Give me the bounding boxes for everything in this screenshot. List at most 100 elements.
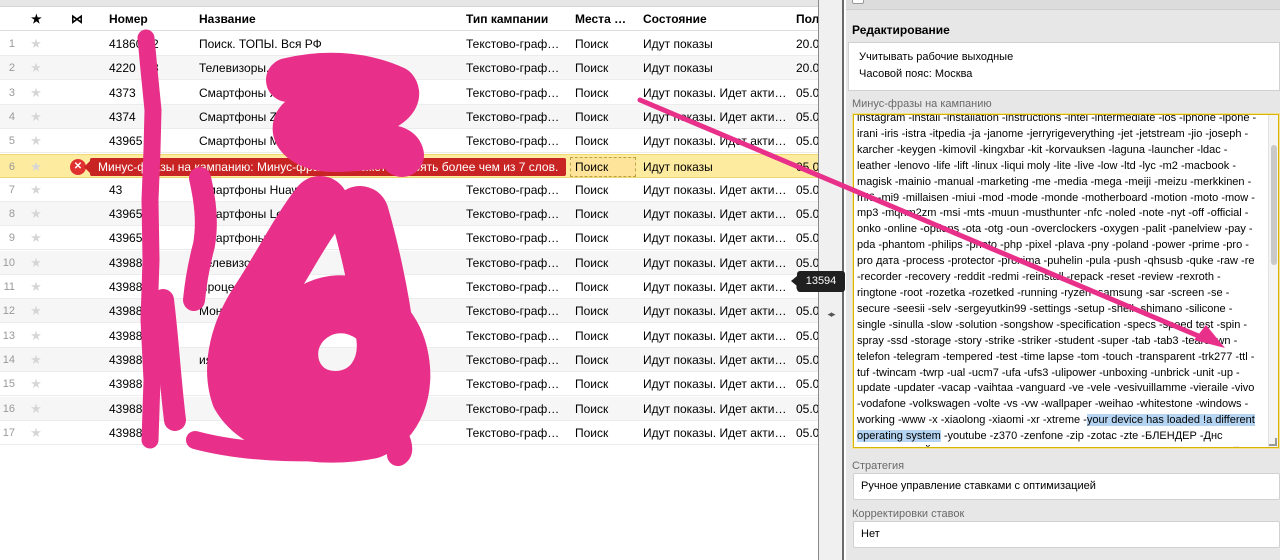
campaign-number[interactable]: 43965	[109, 226, 195, 250]
favorite-star-icon[interactable]: ★	[28, 226, 44, 250]
campaign-places[interactable]: Поиск	[575, 202, 639, 226]
campaign-number[interactable]: 43965	[109, 202, 195, 226]
favorite-star-icon[interactable]: ★	[28, 299, 44, 323]
panel-checkbox[interactable]	[852, 0, 864, 4]
campaign-name[interactable]	[199, 421, 461, 445]
favorite-star-icon[interactable]: ★	[28, 251, 44, 275]
favorite-star-icon[interactable]: ★	[28, 202, 44, 226]
campaign-type[interactable]: Текстово-граф…	[466, 372, 570, 396]
campaign-state[interactable]: Идут показы. Идет акти…	[643, 81, 791, 105]
campaign-type[interactable]: Текстово-граф…	[466, 324, 570, 348]
campaign-state[interactable]: Идут показы. Идет акти…	[643, 251, 791, 275]
campaign-date[interactable]: 05.0	[796, 226, 818, 250]
campaign-type[interactable]: Текстово-граф…	[466, 299, 570, 323]
campaign-state[interactable]: Идут показы. Идет акти…	[643, 275, 791, 299]
campaign-name[interactable]: Поиск. ТОПЫ. Вся РФ	[199, 32, 461, 56]
campaign-places[interactable]: Поиск	[575, 155, 639, 179]
campaign-state[interactable]: Идут показы. Идет акти…	[643, 372, 791, 396]
campaign-places[interactable]: Поиск	[575, 32, 639, 56]
favorite-star-icon[interactable]: ★	[28, 348, 44, 372]
campaign-name[interactable]: Смартфоны Len	[199, 202, 461, 226]
table-row[interactable]: 11 ★ 43988 Проце Текстово-граф… Поиск Идут пок…	[0, 275, 818, 299]
table-row-error[interactable]: 6 ★ Поиск Идут показы 05.0 ✕ Минус-фразы на ка…	[0, 153, 818, 179]
campaign-state[interactable]: Идут показы	[643, 56, 791, 80]
header-icon-column[interactable]: ⋈	[71, 8, 89, 31]
bid-adjustments-select[interactable]: Нет	[853, 521, 1280, 548]
campaign-type[interactable]: Текстово-граф…	[466, 421, 570, 445]
campaign-type[interactable]: Текстово-граф…	[466, 202, 570, 226]
campaign-date[interactable]: 05.0	[796, 372, 818, 396]
campaign-places[interactable]: Поиск	[575, 105, 639, 129]
workdays-setting[interactable]: Учитывать рабочие выходные	[859, 51, 1013, 63]
campaign-name[interactable]: Телевизоры X	[199, 251, 461, 275]
favorite-star-icon[interactable]: ★	[28, 129, 44, 153]
campaign-number[interactable]: 43988	[109, 251, 195, 275]
header-campaign-type[interactable]: Тип кампании	[466, 8, 570, 31]
campaign-places[interactable]: Поиск	[575, 324, 639, 348]
favorite-star-icon[interactable]: ★	[28, 421, 44, 445]
campaign-places[interactable]: Поиск	[575, 299, 639, 323]
campaign-places[interactable]: Поиск	[575, 81, 639, 105]
table-row[interactable]: 4 ★ 4374 Смартфоны ZTE Г Текстово-граф… Поиск…	[0, 104, 818, 129]
campaign-type[interactable]: Текстово-граф…	[466, 397, 570, 421]
timezone-setting[interactable]: Часовой пояс: Москва	[859, 68, 972, 80]
table-row[interactable]: 10 ★ 43988 Телевизоры X Текстово-граф… Поиск И…	[0, 250, 818, 275]
campaign-name[interactable]: Смартфоны MEIZ	[199, 129, 461, 153]
favorite-star-icon[interactable]: ★	[28, 397, 44, 421]
campaign-name[interactable]: Смартфоны Huawei П	[199, 178, 461, 202]
campaign-places[interactable]: Поиск	[575, 251, 639, 275]
campaign-places[interactable]: Поиск	[575, 226, 639, 250]
campaign-date[interactable]: 05.0	[796, 299, 818, 323]
campaign-name[interactable]: Смартфоны ZTE Г	[199, 105, 461, 129]
campaign-type[interactable]: Текстово-граф…	[466, 226, 570, 250]
favorite-star-icon[interactable]: ★	[28, 372, 44, 396]
favorite-star-icon[interactable]: ★	[28, 324, 44, 348]
campaign-state[interactable]: Идут показы. Идет акти…	[643, 226, 791, 250]
campaign-state[interactable]: Идут показы. Идет акти…	[643, 348, 791, 372]
campaign-state[interactable]: Идут показы	[643, 155, 791, 179]
campaign-type[interactable]: Текстово-граф…	[466, 105, 570, 129]
minus-scrollbar-thumb[interactable]	[1271, 145, 1277, 265]
favorite-star-icon[interactable]: ★	[28, 56, 44, 80]
table-row[interactable]: 8 ★ 43965 Смартфоны Len Текстово-граф… Поиск И…	[0, 202, 818, 227]
campaign-name[interactable]: Мон	[199, 299, 461, 323]
campaign-date[interactable]: 05.0	[796, 202, 818, 226]
table-row[interactable]: 12 ★ 43988 Мон Текстово-граф… Поиск Идут показ…	[0, 299, 818, 324]
campaign-name[interactable]: Смартфоны VI	[199, 226, 461, 250]
table-row[interactable]: 16 ★ 43988 Текстово-граф… Поиск Идут показы. …	[0, 396, 818, 421]
campaign-places[interactable]: Поиск	[575, 56, 639, 80]
campaign-places[interactable]: Поиск	[575, 397, 639, 421]
table-row[interactable]: 3 ★ 4373 Смартфоны Xi Текстово-граф… Поиск Иду…	[0, 81, 818, 105]
campaign-places[interactable]: Поиск	[575, 275, 639, 299]
campaign-type[interactable]: Текстово-граф…	[466, 81, 570, 105]
campaign-type[interactable]: Текстово-граф…	[466, 275, 570, 299]
header-state[interactable]: Состояние	[643, 8, 791, 31]
campaign-number[interactable]: 43988	[109, 348, 195, 372]
campaign-date[interactable]: 05.0	[796, 105, 818, 129]
campaign-name[interactable]: ия Пои	[199, 348, 461, 372]
campaign-number[interactable]: 43965	[109, 129, 195, 153]
campaign-state[interactable]: Идут показы. Идет акти…	[643, 129, 791, 153]
campaign-type[interactable]: Текстово-граф…	[466, 56, 570, 80]
campaign-state[interactable]: Идут показы. Идет акти…	[643, 105, 791, 129]
campaign-type[interactable]: Текстово-граф…	[466, 178, 570, 202]
table-row[interactable]: 5 ★ 43965 Смартфоны MEIZ Текстово-граф… Поиск…	[0, 129, 818, 154]
table-row[interactable]: 9 ★ 43965 Смартфоны VI Текстово-граф… Поиск Ид…	[0, 226, 818, 251]
favorite-star-icon[interactable]: ★	[28, 105, 44, 129]
favorite-star-icon[interactable]: ★	[28, 81, 44, 105]
table-row[interactable]: 13 ★ 43988 Текстово-граф… Поиск Идут показы. …	[0, 324, 818, 348]
header-name[interactable]: Название	[199, 8, 461, 31]
favorite-star-icon[interactable]: ★	[28, 32, 44, 56]
table-row[interactable]: 7 ★ 43 Смартфоны Huawei П Текстово-граф… Поис…	[0, 178, 818, 202]
campaign-name[interactable]	[199, 324, 461, 348]
campaign-date[interactable]: 05.0	[796, 178, 818, 202]
campaign-date[interactable]: 05.0	[796, 324, 818, 348]
campaign-places[interactable]: Поиск	[575, 421, 639, 445]
campaign-date[interactable]: 05.0	[796, 348, 818, 372]
campaign-type[interactable]: Текстово-граф…	[466, 32, 570, 56]
campaign-number[interactable]: 43988	[109, 421, 195, 445]
campaign-number[interactable]: 43988	[109, 397, 195, 421]
favorite-star-icon[interactable]: ★	[28, 155, 44, 179]
campaign-state[interactable]: Идут показы	[643, 32, 791, 56]
minus-phrases-textarea[interactable]: instagram -install -installation -instru…	[852, 113, 1280, 449]
